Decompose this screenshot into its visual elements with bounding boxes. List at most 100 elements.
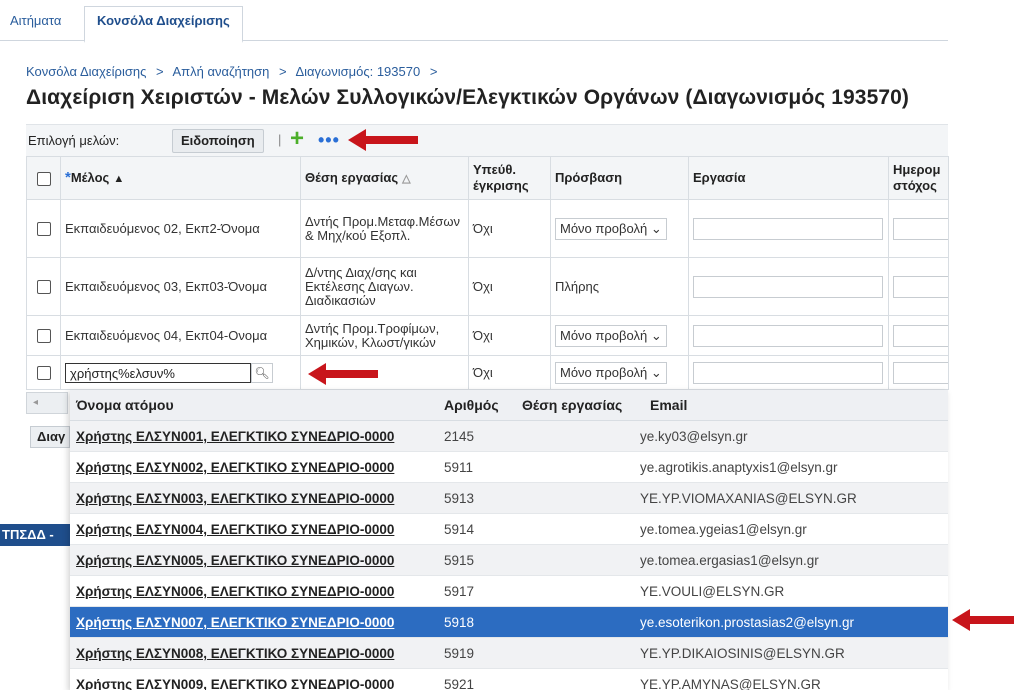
lookup-column-email: Email bbox=[650, 397, 688, 413]
person-number: 5911 bbox=[444, 460, 474, 475]
row-checkbox[interactable] bbox=[36, 329, 51, 344]
footer-brand-strip: ΤΠΣΔΔ - bbox=[0, 524, 70, 546]
approver-cell: Όχι bbox=[468, 199, 551, 258]
member-cell: Εκπαιδευόμενος 04, Εκπ04-Ονομα bbox=[60, 315, 301, 356]
person-email: ye.tomea.ergasias1@elsyn.gr bbox=[640, 553, 819, 568]
lookup-row[interactable]: Χρήστης ΕΛΣΥΝ008, ΕΛΕΓΚΤΙΚΟ ΣΥΝΕΔΡΙΟ-000… bbox=[70, 638, 948, 669]
job-cell: Δντής Προμ.Τροφίμων, Χημικών, Κλωστ/γικώ… bbox=[300, 315, 469, 356]
column-header-job[interactable]: Θέση εργασίας △ bbox=[300, 156, 469, 200]
row-checkbox[interactable] bbox=[36, 280, 51, 295]
person-name-link[interactable]: Χρήστης ΕΛΣΥΝ007, ΕΛΕΓΚΤΙΚΟ ΣΥΝΕΔΡΙΟ-000… bbox=[76, 615, 394, 630]
approver-cell: Όχι bbox=[468, 315, 551, 356]
column-header-task[interactable]: Εργασία bbox=[688, 156, 889, 200]
breadcrumb-separator: > bbox=[278, 64, 287, 79]
lookup-row[interactable]: Χρήστης ΕΛΣΥΝ001, ΕΛΕΓΚΤΙΚΟ ΣΥΝΕΔΡΙΟ-000… bbox=[70, 421, 948, 452]
person-email: ye.tomea.ygeias1@elsyn.gr bbox=[640, 522, 807, 537]
column-header-member[interactable]: *Μέλος ▲ bbox=[60, 156, 301, 200]
column-header-access[interactable]: Πρόσβαση bbox=[550, 156, 689, 200]
person-name-link[interactable]: Χρήστης ΕΛΣΥΝ006, ΕΛΕΓΚΤΙΚΟ ΣΥΝΕΔΡΙΟ-000… bbox=[76, 584, 394, 599]
tab-admin-console[interactable]: Κονσόλα Διαχείρισης bbox=[84, 6, 243, 43]
task-input[interactable] bbox=[693, 217, 883, 240]
lookup-row[interactable]: Χρήστης ΕΛΣΥΝ004, ΕΛΕΓΚΤΙΚΟ ΣΥΝΕΔΡΙΟ-000… bbox=[70, 514, 948, 545]
table-row: Εκπαιδευόμενος 04, Εκπ04-Ονομα Δντής Προ… bbox=[26, 315, 949, 356]
lookup-column-number: Αριθμός bbox=[444, 397, 499, 413]
lookup-row[interactable]: Χρήστης ΕΛΣΥΝ003, ΕΛΕΓΚΤΙΚΟ ΣΥΝΕΔΡΙΟ-000… bbox=[70, 483, 948, 514]
person-lookup-dropdown: Όνομα ατόμου Αριθμός Θέση εργασίας Email… bbox=[70, 390, 948, 690]
breadcrumb-simple-search[interactable]: Απλή αναζήτηση bbox=[172, 64, 269, 79]
column-header-approver[interactable]: Υπεύθ. έγκρισης bbox=[468, 156, 551, 200]
lookup-row[interactable]: Χρήστης ΕΛΣΥΝ009, ΕΛΕΓΚΤΙΚΟ ΣΥΝΕΔΡΙΟ-000… bbox=[70, 669, 948, 690]
row-checkbox[interactable] bbox=[36, 222, 51, 237]
person-name-link[interactable]: Χρήστης ΕΛΣΥΝ003, ΕΛΕΓΚΤΙΚΟ ΣΥΝΕΔΡΙΟ-000… bbox=[76, 491, 394, 506]
lookup-row-selected[interactable]: Χρήστης ΕΛΣΥΝ007, ΕΛΕΓΚΤΙΚΟ ΣΥΝΕΔΡΙΟ-000… bbox=[70, 607, 948, 638]
chevron-down-icon: ⌄ bbox=[650, 220, 662, 236]
page-title: Διαχείριση Χειριστών - Μελών Συλλογικών/… bbox=[26, 86, 910, 109]
access-select[interactable]: Μόνο προβολή ⌄ bbox=[555, 217, 667, 240]
person-email: ye.agrotikis.anaptyxis1@elsyn.gr bbox=[640, 460, 838, 475]
breadcrumb-tender[interactable]: Διαγωνισμός: 193570 bbox=[295, 64, 420, 79]
members-toolbar: Επιλογή μελών: Ειδοποίηση | + ••• bbox=[26, 124, 948, 157]
sort-toggle-icon[interactable]: △ bbox=[402, 173, 410, 185]
approver-cell: Όχι bbox=[468, 257, 551, 316]
members-table: *Μέλος ▲ Θέση εργασίας △ Υπεύθ. έγκρισης Πρ… bbox=[26, 156, 949, 390]
lookup-column-name: Όνομα ατόμου bbox=[76, 397, 174, 413]
breadcrumb-admin-console[interactable]: Κονσόλα Διαχείρισης bbox=[26, 64, 146, 79]
person-email: YE.YP.VIOMAXANIAS@ELSYN.GR bbox=[640, 491, 857, 506]
lookup-row[interactable]: Χρήστης ΕΛΣΥΝ002, ΕΛΕΓΚΤΙΚΟ ΣΥΝΕΔΡΙΟ-000… bbox=[70, 452, 948, 483]
plus-icon[interactable]: + bbox=[290, 127, 304, 151]
toolbar-separator: | bbox=[278, 132, 282, 147]
row-checkbox[interactable] bbox=[36, 366, 51, 381]
person-number: 5917 bbox=[444, 584, 475, 599]
person-email: ye.ky03@elsyn.gr bbox=[640, 429, 748, 444]
date-input[interactable] bbox=[893, 275, 948, 298]
lookup-row[interactable]: Χρήστης ΕΛΣΥΝ006, ΕΛΕΓΚΤΙΚΟ ΣΥΝΕΔΡΙΟ-000… bbox=[70, 576, 948, 607]
person-name-link[interactable]: Χρήστης ΕΛΣΥΝ009, ΕΛΕΓΚΤΙΚΟ ΣΥΝΕΔΡΙΟ-000… bbox=[76, 677, 394, 690]
person-name-link[interactable]: Χρήστης ΕΛΣΥΝ002, ΕΛΕΓΚΤΙΚΟ ΣΥΝΕΔΡΙΟ-000… bbox=[76, 460, 394, 475]
chevron-down-icon: ⌄ bbox=[650, 327, 662, 343]
person-email: YE.YP.DIKAIOSINIS@ELSYN.GR bbox=[640, 646, 845, 661]
sort-ascending-icon[interactable]: ▲ bbox=[113, 173, 124, 185]
breadcrumb-separator: > bbox=[429, 64, 438, 79]
person-name-link[interactable]: Χρήστης ΕΛΣΥΝ008, ΕΛΕΓΚΤΙΚΟ ΣΥΝΕΔΡΙΟ-000… bbox=[76, 646, 394, 661]
access-select[interactable]: Μόνο προβολή ⌄ bbox=[555, 361, 667, 384]
task-input[interactable] bbox=[693, 275, 883, 298]
job-cell: Δ/ντης Διαχ/σης και Εκτέλεσης Διαγων. Δι… bbox=[300, 257, 469, 316]
lookup-row[interactable]: Χρήστης ΕΛΣΥΝ005, ΕΛΕΓΚΤΙΚΟ ΣΥΝΕΔΡΙΟ-000… bbox=[70, 545, 948, 576]
table-row: Εκπαιδευόμενος 03, Εκπ03-Όνομα Δ/ντης Δι… bbox=[26, 257, 949, 316]
toolbar-label: Επιλογή μελών: bbox=[28, 133, 120, 148]
annotation-arrow-icon bbox=[952, 609, 1014, 631]
member-search-input[interactable]: χρήστης%ελσυν% bbox=[65, 362, 251, 383]
access-cell: Πλήρης bbox=[550, 257, 689, 316]
person-number: 5921 bbox=[444, 677, 475, 690]
date-input[interactable] bbox=[893, 217, 948, 240]
annotation-arrow-icon bbox=[348, 129, 418, 151]
person-email: ye.esoterikon.prostasias2@elsyn.gr bbox=[640, 615, 855, 630]
date-input[interactable] bbox=[893, 324, 948, 347]
tab-requests[interactable]: Αιτήματα bbox=[10, 10, 61, 40]
person-name-link[interactable]: Χρήστης ΕΛΣΥΝ005, ΕΛΕΓΚΤΙΚΟ ΣΥΝΕΔΡΙΟ-000… bbox=[76, 553, 394, 568]
person-number: 5913 bbox=[444, 491, 475, 506]
table-header-row: *Μέλος ▲ Θέση εργασίας △ Υπεύθ. έγκρισης Πρ… bbox=[26, 156, 949, 200]
job-cell: Δντής Προμ.Μεταφ.Μέσων & Μηχ/κού Εξοπλ. bbox=[300, 199, 469, 258]
column-header-date[interactable]: Ημερομ στόχος bbox=[888, 156, 949, 200]
scroll-left-icon[interactable]: ◂ bbox=[26, 392, 68, 414]
search-icon[interactable]: 🔍︎ bbox=[251, 362, 273, 383]
table-row: Εκπαιδευόμενος 02, Εκπ2-Όνομα Δντής Προμ… bbox=[26, 199, 949, 258]
task-input[interactable] bbox=[693, 324, 883, 347]
annotation-arrow-icon bbox=[308, 363, 378, 385]
task-input[interactable] bbox=[693, 361, 883, 384]
breadcrumb-separator: > bbox=[155, 64, 164, 79]
table-row-new: χρήστης%ελσυν% 🔍︎ Όχι Μόνο προβολή ⌄ bbox=[26, 355, 949, 390]
access-select[interactable]: Μόνο προβολή ⌄ bbox=[555, 324, 667, 347]
notify-button[interactable]: Ειδοποίηση bbox=[172, 129, 264, 153]
person-number: 2145 bbox=[444, 429, 475, 444]
person-email: YE.VOULI@ELSYN.GR bbox=[640, 584, 785, 599]
date-input[interactable] bbox=[893, 361, 948, 384]
diag-button[interactable]: Διαγ bbox=[30, 426, 70, 448]
person-name-link[interactable]: Χρήστης ΕΛΣΥΝ001, ΕΛΕΓΚΤΙΚΟ ΣΥΝΕΔΡΙΟ-000… bbox=[76, 429, 394, 444]
lookup-column-job: Θέση εργασίας bbox=[522, 397, 623, 413]
person-number: 5914 bbox=[444, 522, 475, 537]
person-name-link[interactable]: Χρήστης ΕΛΣΥΝ004, ΕΛΕΓΚΤΙΚΟ ΣΥΝΕΔΡΙΟ-000… bbox=[76, 522, 394, 537]
ellipsis-icon[interactable]: ••• bbox=[318, 130, 340, 151]
select-all-checkbox[interactable] bbox=[36, 171, 51, 186]
